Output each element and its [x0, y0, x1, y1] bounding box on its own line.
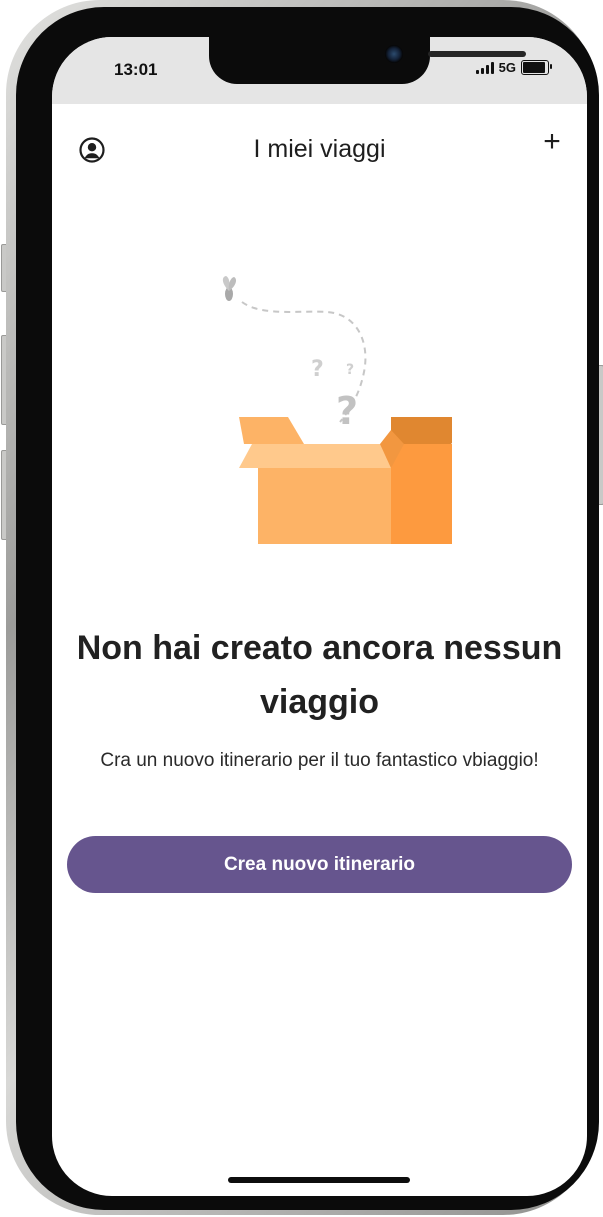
- create-itinerary-button[interactable]: Crea nuovo itinerario: [67, 836, 572, 893]
- status-time: 13:01: [114, 60, 158, 79]
- svg-text:?: ?: [346, 362, 354, 378]
- empty-box-illustration: ? ? ?: [222, 276, 452, 544]
- svg-text:?: ?: [336, 389, 358, 433]
- camera-icon: [385, 45, 403, 63]
- svg-text:?: ?: [311, 357, 324, 382]
- status-bar: 13:01 5G: [52, 37, 587, 104]
- network-label: 5G: [498, 60, 516, 75]
- add-trip-button[interactable]: +: [537, 127, 567, 157]
- empty-state-subtitle: Cra un nuovo itinerario per il tuo fanta…: [100, 750, 539, 771]
- signal-icon: [475, 61, 494, 74]
- notch: [209, 37, 526, 84]
- home-indicator[interactable]: [228, 1177, 410, 1183]
- page-title: I miei viaggi: [253, 135, 386, 163]
- app-header: I miei viaggi +: [52, 127, 587, 171]
- moth-icon: [222, 276, 237, 301]
- phone-frame: 13:01 5G I miei viaggi + ? ? ? Non hai c…: [6, 0, 599, 1215]
- speaker-grille: [428, 51, 526, 57]
- empty-state-title: Non hai creato ancora nessun viaggio: [76, 629, 563, 721]
- phone-screen: 13:01 5G I miei viaggi + ? ? ? Non hai c…: [52, 37, 587, 1196]
- battery-icon: [521, 60, 552, 75]
- status-indicators: 5G: [475, 60, 552, 75]
- battery-level: [523, 62, 545, 73]
- phone-bezel: 13:01 5G I miei viaggi + ? ? ? Non hai c…: [16, 7, 599, 1210]
